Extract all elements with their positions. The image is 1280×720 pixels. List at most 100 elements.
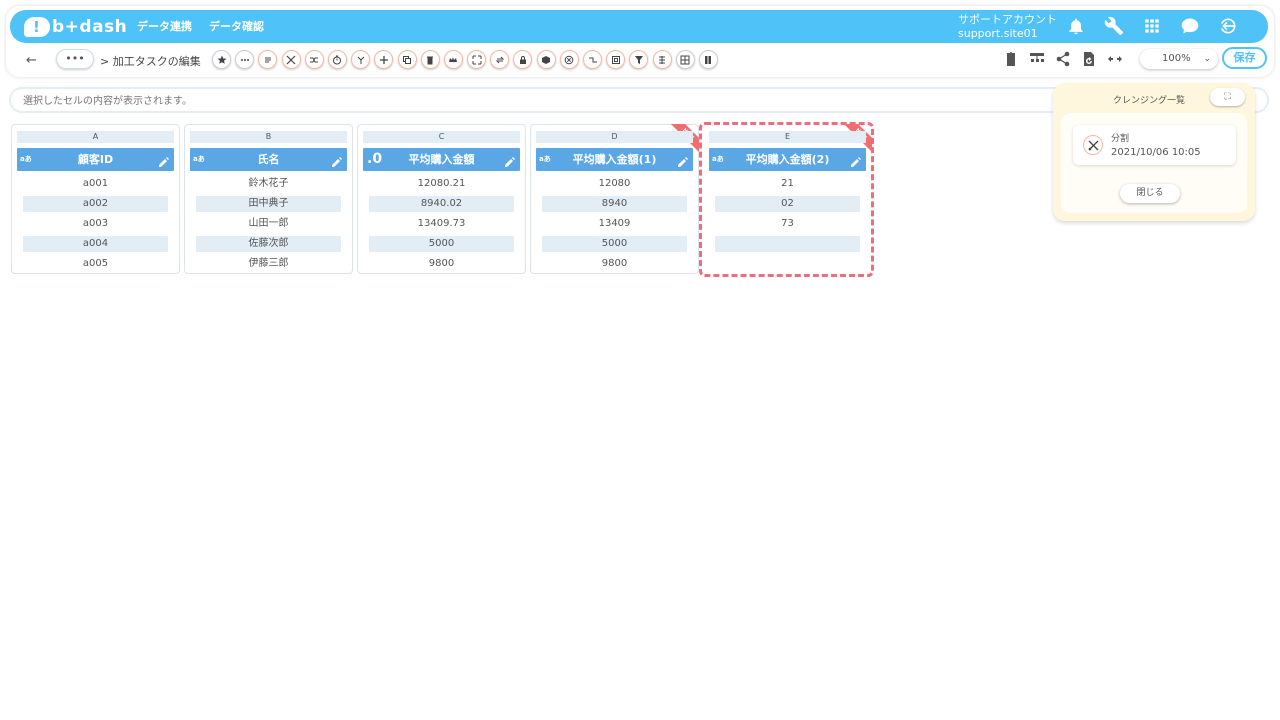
file-refresh-icon[interactable] <box>1080 50 1098 68</box>
transform-icon[interactable] <box>583 50 602 69</box>
column-header[interactable]: aあ 顧客ID <box>17 148 174 171</box>
table-cell[interactable]: 8940.02 <box>369 196 514 212</box>
table-icon[interactable] <box>675 50 695 69</box>
string-type-icon: aあ <box>539 155 551 163</box>
filter-icon[interactable] <box>629 50 649 69</box>
table-cell[interactable]: a002 <box>23 196 168 212</box>
logo-text: b+dash <box>52 17 128 37</box>
top-icons <box>1064 14 1240 38</box>
logo[interactable]: b+dash <box>24 15 127 39</box>
table-cell[interactable]: a004 <box>23 236 168 252</box>
column-c[interactable]: C .0 平均購入金額 12080.21 8940.02 13409.73 50… <box>357 124 526 274</box>
table-cell[interactable] <box>715 236 860 252</box>
clipboard-icon[interactable] <box>1002 50 1020 68</box>
nav-data-integration[interactable]: データ連携 <box>137 10 192 43</box>
lock-icon[interactable] <box>513 50 533 69</box>
column-letter: E <box>709 131 866 143</box>
bell-icon[interactable] <box>1064 14 1088 38</box>
split-icon[interactable] <box>281 50 301 69</box>
logout-icon[interactable] <box>1216 14 1240 38</box>
text-lines-icon[interactable] <box>258 50 278 69</box>
logo-bubble-icon <box>24 17 50 37</box>
cell-content-input[interactable] <box>23 90 1023 113</box>
column-letter: C <box>363 131 520 143</box>
table-cell[interactable]: 12080.21 <box>369 176 514 192</box>
top-bar: b+dash データ連携 データ確認 サポートアカウント support.sit… <box>10 10 1268 43</box>
history-name: 分割 <box>1111 134 1130 144</box>
crown-icon[interactable] <box>443 50 463 69</box>
column-header[interactable]: aあ 平均購入金額(1) <box>536 148 693 171</box>
star-icon[interactable] <box>212 50 231 69</box>
table-cell[interactable]: 73 <box>715 216 860 232</box>
table-cell[interactable]: 山田一郎 <box>196 216 341 232</box>
column-name: 平均購入金額(1) <box>572 153 657 166</box>
table-cell[interactable]: 9800 <box>369 256 514 272</box>
table-cell[interactable]: 8940 <box>542 196 687 212</box>
pencil-icon[interactable] <box>504 153 516 167</box>
table-cell[interactable]: 12080 <box>542 176 687 192</box>
expand-button[interactable]: ⛶ <box>1210 88 1245 106</box>
close-button[interactable]: 閉じる <box>1120 184 1180 203</box>
number-type-icon: .0 <box>367 151 383 167</box>
table-cell[interactable]: 伊藤三郎 <box>196 256 341 272</box>
table-cell[interactable]: a001 <box>23 176 168 192</box>
column-d[interactable]: NEW D aあ 平均購入金額(1) 12080 8940 13409 5000… <box>530 124 699 274</box>
pencil-icon[interactable] <box>158 153 170 167</box>
table-cell[interactable]: 田中典子 <box>196 196 341 212</box>
pencil-icon[interactable] <box>331 153 343 167</box>
table-cell[interactable]: 佐藤次郎 <box>196 236 341 252</box>
column-header[interactable]: aあ 氏名 <box>190 148 347 171</box>
column-header[interactable]: aあ 平均購入金額(2) <box>709 148 866 171</box>
format-icon[interactable] <box>652 50 672 69</box>
plus-icon[interactable] <box>374 50 394 69</box>
pencil-icon[interactable] <box>677 153 689 167</box>
string-type-icon: aあ <box>193 155 205 163</box>
share-icon[interactable] <box>1054 50 1072 68</box>
more-button[interactable]: ••• <box>56 49 94 69</box>
code-arrows-icon[interactable] <box>1106 50 1124 68</box>
right-tools <box>1002 50 1124 68</box>
table-cell[interactable]: 鈴木花子 <box>196 176 341 192</box>
table-cell[interactable]: 13409 <box>542 216 687 232</box>
column-a[interactable]: A aあ 顧客ID a001 a002 a003 a004 a005 <box>11 124 180 274</box>
column-name: 平均購入金額 <box>408 153 475 166</box>
column-e[interactable]: NEW E aあ 平均購入金額(2) 21 02 73 <box>703 124 872 274</box>
grid-menu-icon[interactable] <box>1140 14 1164 38</box>
zoom-select[interactable]: 100% ⌄ <box>1140 49 1218 69</box>
box-icon[interactable] <box>606 50 626 69</box>
repeat-icon[interactable] <box>490 50 510 69</box>
wrench-icon[interactable] <box>1102 14 1126 38</box>
account-info[interactable]: サポートアカウント support.site01 <box>958 13 1057 41</box>
panel-body: 分割 2021/10/06 10:05 閉じる <box>1061 113 1247 213</box>
cancel-circle-icon[interactable] <box>559 50 579 69</box>
chat-icon[interactable] <box>1178 14 1202 38</box>
nav-data-check[interactable]: データ確認 <box>209 10 264 43</box>
branch-icon[interactable] <box>351 50 371 69</box>
cleansing-panel: クレンジング一覧 ⛶ 分割 2021/10/06 10:05 閉じる <box>1053 83 1255 221</box>
history-item[interactable]: 分割 2021/10/06 10:05 <box>1073 125 1236 165</box>
table-cell[interactable]: a003 <box>23 216 168 232</box>
column-letter: B <box>190 131 347 143</box>
copy-icon[interactable] <box>397 50 417 69</box>
table-cell[interactable]: 9800 <box>542 256 687 272</box>
table-cell[interactable]: 5000 <box>542 236 687 252</box>
table-cell[interactable]: 5000 <box>369 236 514 252</box>
more-dots-icon[interactable] <box>235 50 255 69</box>
table-cell[interactable]: 21 <box>715 176 860 192</box>
column-header[interactable]: .0 平均購入金額 <box>363 148 520 171</box>
save-button[interactable]: 保存 <box>1222 47 1267 69</box>
column-icon[interactable] <box>698 50 718 69</box>
timer-icon[interactable] <box>327 50 347 69</box>
panel-title: クレンジング一覧 <box>1113 96 1186 106</box>
table-cell[interactable]: a005 <box>23 256 168 272</box>
hierarchy-icon[interactable] <box>1028 50 1046 68</box>
table-cell[interactable]: 13409.73 <box>369 216 514 232</box>
column-b[interactable]: B aあ 氏名 鈴木花子 田中典子 山田一郎 佐藤次郎 伊藤三郎 <box>184 124 353 274</box>
pencil-icon[interactable] <box>850 153 862 167</box>
back-arrow-icon[interactable]: ← <box>26 53 37 68</box>
table-cell[interactable]: 02 <box>715 196 860 212</box>
expand-icon[interactable] <box>467 50 487 69</box>
package-icon[interactable] <box>536 50 556 69</box>
trash-icon[interactable] <box>420 50 440 69</box>
merge-icon[interactable] <box>304 50 324 69</box>
